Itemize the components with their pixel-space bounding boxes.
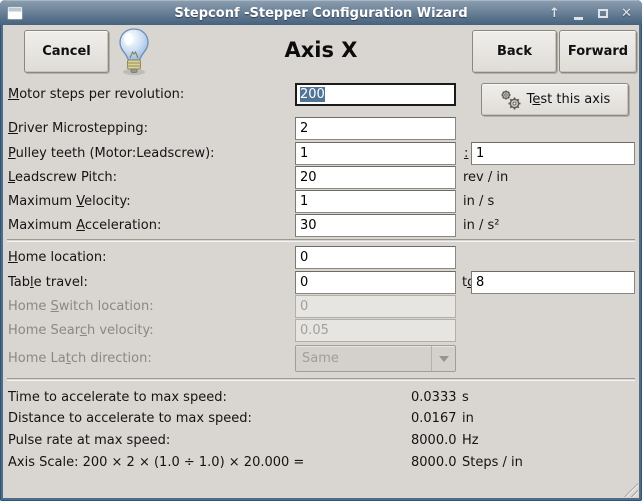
leadscrew-pitch-label: Leadscrew Pitch: [8,170,117,185]
test-this-axis-button[interactable]: Test this axis [481,83,629,116]
home-latch-direction-value: Same [302,351,339,366]
home-search-velocity-input [295,319,456,342]
shade-icon: ↑ [549,7,560,20]
distance-to-accel-label: Distance to accelerate to max speed: [8,411,252,426]
home-switch-location-input [295,295,456,318]
selected-text: 200 [300,87,325,102]
close-button[interactable]: ✕ [619,5,634,23]
table-travel-label: Table travel: [8,275,88,290]
leadscrew-pitch-unit: rev / in [463,170,508,185]
max-acceleration-label: Maximum Acceleration: [8,218,161,233]
max-velocity-unit: in / s [463,194,494,209]
distance-to-accel-unit: in [462,411,474,426]
home-latch-direction-select: Same [295,345,456,372]
separator [7,378,635,380]
stepconf-window: Stepconf -Stepper Configuration Wizard ↑… [0,0,642,501]
window-title: Stepconf -Stepper Configuration Wizard [0,6,642,21]
titlebar[interactable]: Stepconf -Stepper Configuration Wizard ↑… [0,0,642,25]
forward-button[interactable]: Forward [559,30,637,73]
pulley-motor-teeth-input[interactable] [295,142,456,165]
maximize-icon [598,9,608,18]
max-velocity-label: Maximum Velocity: [8,194,131,209]
max-acceleration-unit: in / s² [463,218,499,233]
time-to-accel-label: Time to accelerate to max speed: [8,390,227,405]
driver-microstepping-input[interactable] [295,117,456,140]
axis-scale-unit: Steps / in [462,455,523,470]
combo-arrow-button [431,346,455,371]
close-icon: ✕ [621,7,632,20]
test-this-axis-label: Test this axis [527,92,611,107]
max-acceleration-input[interactable] [295,214,456,237]
pulse-rate-value: 8000.0 [411,433,457,448]
minimize-icon [574,17,583,20]
table-travel-max-input[interactable] [471,271,635,294]
pulley-ratio-separator: : [464,146,468,161]
home-switch-location-label: Home Switch location: [8,299,154,314]
minimize-button[interactable] [571,5,586,23]
separator [7,239,635,241]
motor-steps-input[interactable]: 200 [295,83,456,106]
table-travel-min-input[interactable] [295,271,456,294]
pulley-teeth-label: Pulley teeth (Motor:Leadscrew): [8,146,215,161]
time-to-accel-unit: s [462,390,469,405]
pulley-leadscrew-teeth-input[interactable] [471,142,635,165]
shade-window-button[interactable]: ↑ [547,5,562,23]
home-latch-direction-label: Home Latch direction: [8,351,152,366]
time-to-accel-value: 0.0333 [411,390,457,405]
axis-scale-value: 8000.0 [411,455,457,470]
max-velocity-input[interactable] [295,190,456,213]
gears-icon [500,89,521,110]
back-button[interactable]: Back [472,30,557,73]
motor-steps-label: Motor steps per revolution: [8,87,184,102]
resize-grip[interactable] [624,483,638,497]
home-search-velocity-label: Home Search velocity: [8,323,154,338]
axis-scale-label: Axis Scale: 200 × 2 × (1.0 ÷ 1.0) × 20.0… [8,455,304,470]
pulse-rate-unit: Hz [462,433,479,448]
chevron-down-icon [439,356,449,362]
leadscrew-pitch-input[interactable] [295,166,456,189]
wizard-page-axis-x: Cancel Axis X Back Forward [3,25,639,498]
home-location-label: Home location: [8,250,107,265]
home-location-input[interactable] [295,246,456,269]
driver-microstepping-label: Driver Microstepping: [8,121,148,136]
distance-to-accel-value: 0.0167 [411,411,457,426]
maximize-button[interactable] [595,5,610,23]
pulse-rate-label: Pulse rate at max speed: [8,433,170,448]
